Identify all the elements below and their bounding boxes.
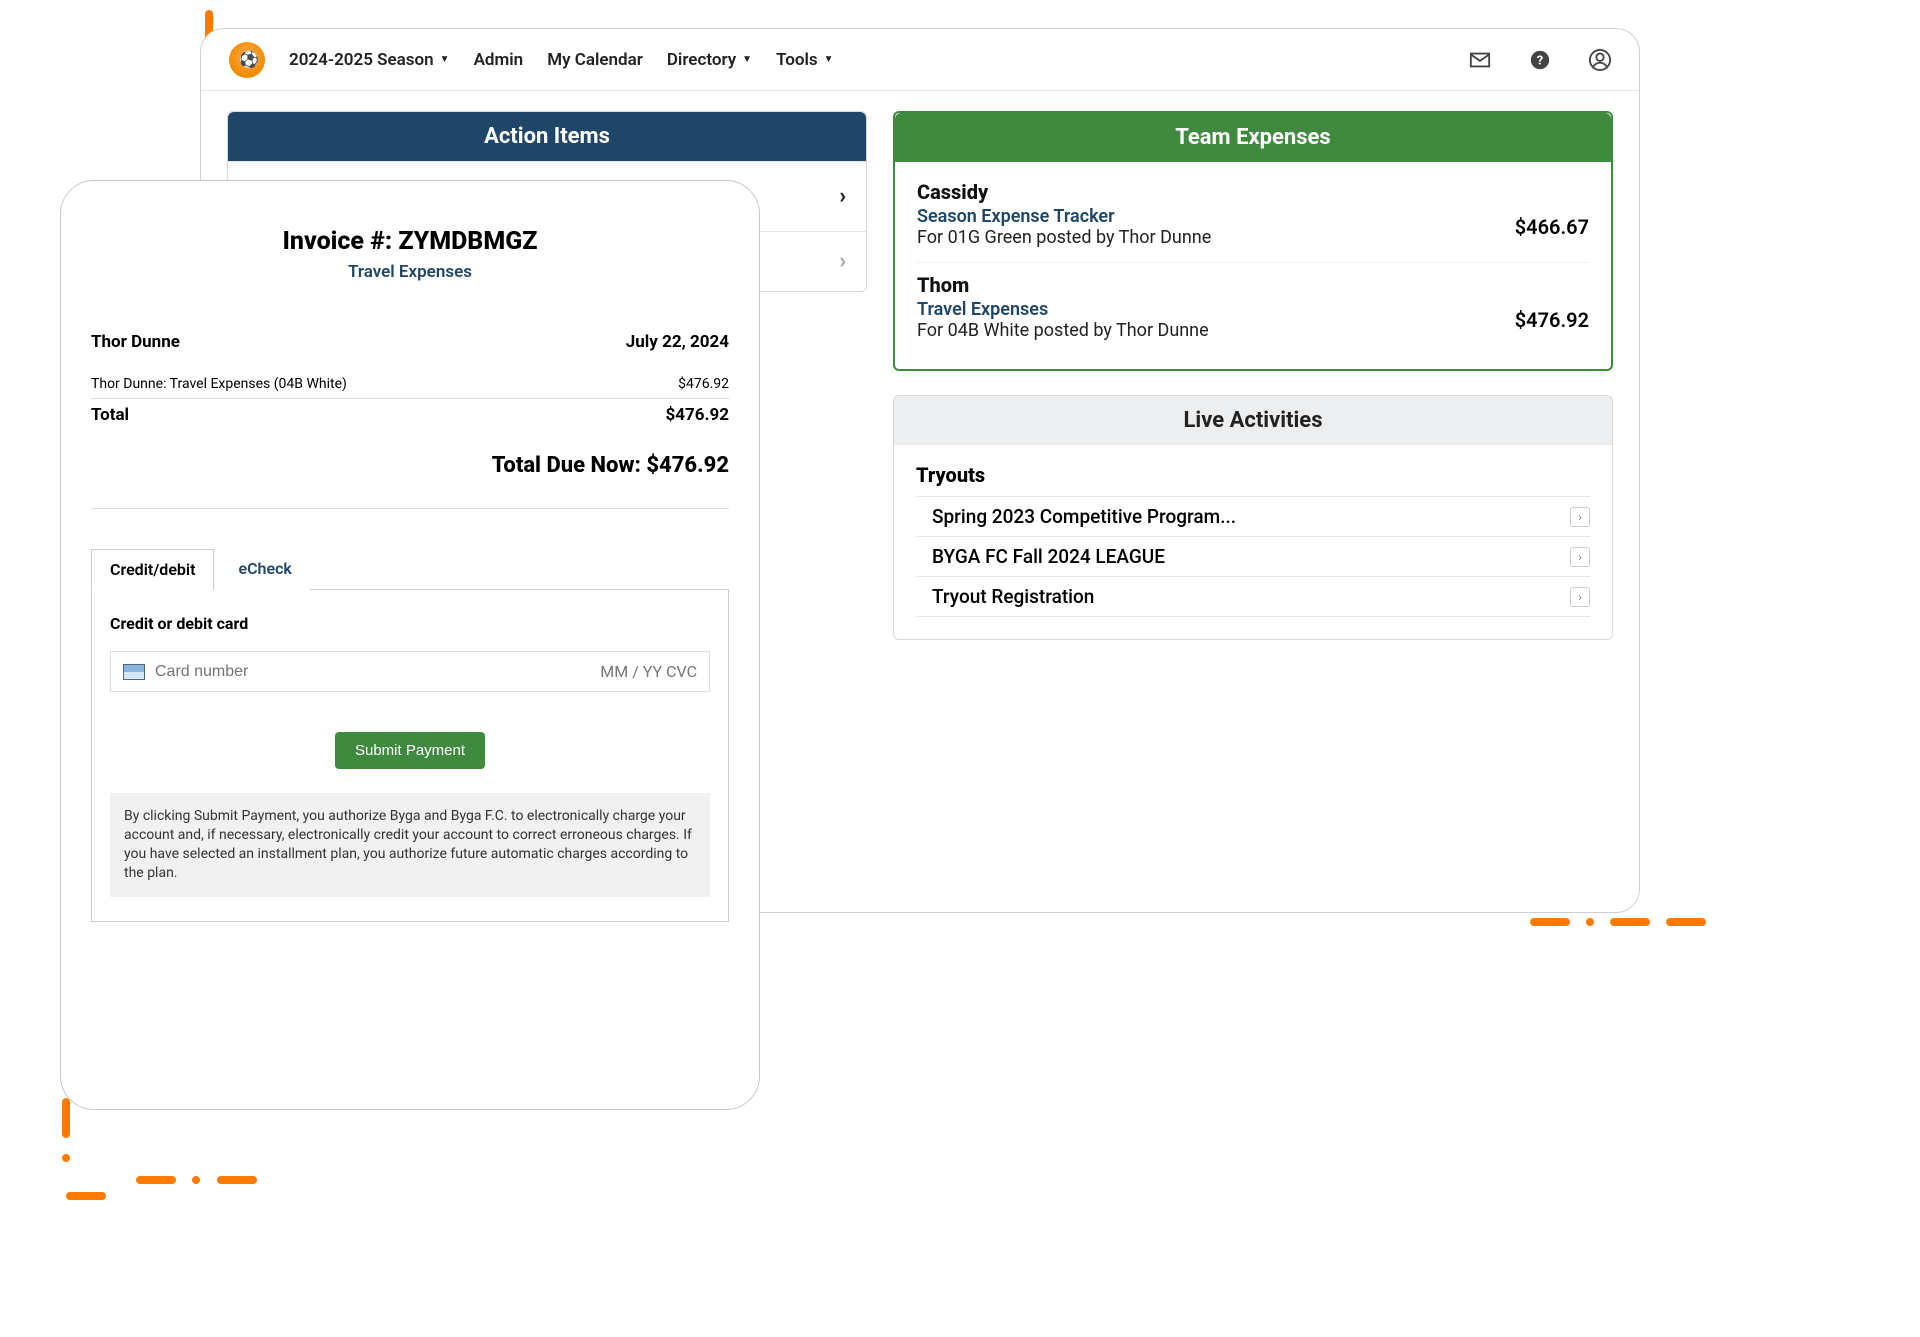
live-section-title: Tryouts xyxy=(916,453,1590,497)
expense-amount: $476.92 xyxy=(1515,308,1589,332)
submit-payment-button[interactable]: Submit Payment xyxy=(335,732,485,769)
line-item-desc: Thor Dunne: Travel Expenses (04B White) xyxy=(91,376,347,392)
expense-link[interactable]: Season Expense Tracker xyxy=(917,206,1115,227)
chevron-right-icon: › xyxy=(839,249,846,274)
season-label: 2024-2025 Season xyxy=(289,50,434,70)
season-dropdown[interactable]: 2024-2025 Season ▼ xyxy=(289,50,450,70)
expense-amount: $466.67 xyxy=(1515,215,1589,239)
caret-icon: ▼ xyxy=(824,54,834,65)
invoice-expense-link[interactable]: Travel Expenses xyxy=(348,262,472,282)
card-input-row: MM / YY CVC xyxy=(110,651,710,692)
action-items-header: Action Items xyxy=(228,112,866,161)
tab-credit-debit[interactable]: Credit/debit xyxy=(91,549,214,590)
payment-disclaimer: By clicking Submit Payment, you authoriz… xyxy=(110,793,710,897)
invoice-date: July 22, 2024 xyxy=(626,332,729,352)
nav-tools[interactable]: Tools ▼ xyxy=(776,50,833,70)
live-row[interactable]: Tryout Registration › xyxy=(916,576,1590,617)
team-expenses-card: Team Expenses Cassidy Season Expense Tra… xyxy=(893,111,1613,371)
team-expenses-header: Team Expenses xyxy=(895,113,1611,162)
chevron-right-icon: › xyxy=(839,184,846,209)
line-item-amount: $476.92 xyxy=(678,376,729,392)
expense-name: Thom xyxy=(917,273,1589,297)
caret-icon: ▼ xyxy=(440,54,450,65)
card-icon xyxy=(123,664,145,680)
panel-title: Credit or debit card xyxy=(110,614,710,633)
live-row[interactable]: Spring 2023 Competitive Program... › xyxy=(916,496,1590,537)
expense-subtitle: For 01G Green posted by Thor Dunne xyxy=(917,227,1211,248)
total-amount: $476.92 xyxy=(666,405,729,425)
payment-panel: Credit or debit card MM / YY CVC Submit … xyxy=(91,589,729,922)
expense-item: Thom Travel Expenses For 04B White poste… xyxy=(917,262,1589,351)
club-logo[interactable] xyxy=(229,42,265,78)
expense-name: Cassidy xyxy=(917,180,1589,204)
svg-text:?: ? xyxy=(1537,53,1543,68)
chevron-right-icon: › xyxy=(1570,507,1590,527)
live-activities-card: Live Activities Tryouts Spring 2023 Comp… xyxy=(893,395,1613,640)
invoice-payer: Thor Dunne xyxy=(91,332,180,352)
payment-tabs: Credit/debit eCheck xyxy=(91,549,729,590)
invoice-panel: Invoice #: ZYMDBMGZ Travel Expenses Thor… xyxy=(60,180,760,1110)
live-row[interactable]: BYGA FC Fall 2024 LEAGUE › xyxy=(916,536,1590,577)
total-due-now: Total Due Now: $476.92 xyxy=(91,453,729,509)
chevron-right-icon: › xyxy=(1570,587,1590,607)
nav-calendar[interactable]: My Calendar xyxy=(547,50,643,70)
chevron-right-icon: › xyxy=(1570,547,1590,567)
top-nav: 2024-2025 Season ▼ Admin My Calendar Dir… xyxy=(201,29,1639,91)
expense-link[interactable]: Travel Expenses xyxy=(917,299,1048,320)
nav-admin[interactable]: Admin xyxy=(474,50,524,70)
expense-subtitle: For 04B White posted by Thor Dunne xyxy=(917,320,1209,341)
mail-icon[interactable] xyxy=(1469,49,1491,71)
nav-directory[interactable]: Directory ▼ xyxy=(667,50,752,70)
tab-echeck[interactable]: eCheck xyxy=(214,549,309,590)
card-number-input[interactable] xyxy=(155,663,590,681)
caret-icon: ▼ xyxy=(742,54,752,65)
help-icon[interactable]: ? xyxy=(1529,49,1551,71)
expense-item: Cassidy Season Expense Tracker For 01G G… xyxy=(917,170,1589,258)
card-expiry-cvc[interactable]: MM / YY CVC xyxy=(600,662,697,681)
profile-icon[interactable] xyxy=(1589,49,1611,71)
total-label: Total xyxy=(91,405,129,425)
live-activities-header: Live Activities xyxy=(894,396,1612,445)
invoice-title: Invoice #: ZYMDBMGZ xyxy=(91,227,729,256)
